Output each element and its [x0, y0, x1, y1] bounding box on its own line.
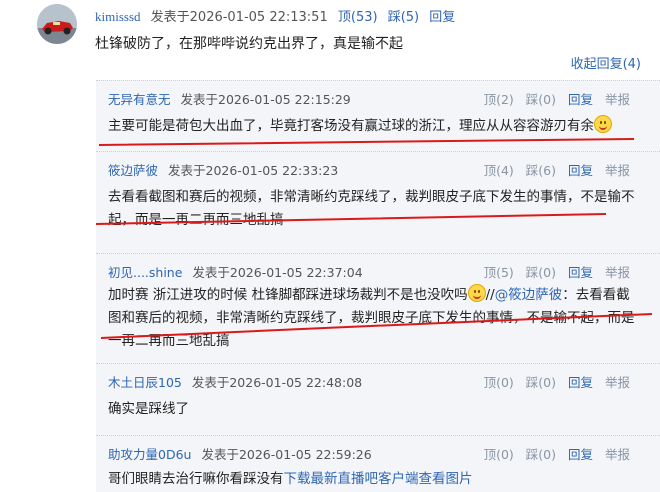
reply-reply-button[interactable]: 回复 — [568, 447, 593, 462]
reply-reply-button[interactable]: 回复 — [568, 265, 593, 280]
main-post-username[interactable]: kimisssd — [95, 9, 141, 24]
reply-header: 初见....shine 发表于2026-01-05 22:37:04 — [108, 262, 363, 281]
reply-header: 筱边萨彼 发表于2026-01-05 22:33:23 — [108, 160, 338, 179]
reply-username[interactable]: 无异有意无 — [108, 92, 171, 107]
reply-report-button[interactable]: 举报 — [605, 163, 630, 178]
reply-actions: 顶(4) 踩(6) 回复 举报 — [476, 160, 630, 179]
reply-header: 无异有意无 发表于2026-01-05 22:15:29 — [108, 89, 351, 108]
reply-content: 确实是踩线了 — [108, 401, 189, 417]
main-post-down-button[interactable]: 踩(5) — [388, 10, 419, 25]
reply-actions: 顶(2) 踩(0) 回复 举报 — [476, 89, 630, 108]
reply-down-button[interactable]: 踩(0) — [526, 92, 556, 107]
mention-link[interactable]: @筱边萨彼 — [495, 287, 563, 303]
reply-down-button[interactable]: 踩(0) — [526, 265, 556, 280]
reply-time: 发表于2026-01-05 22:37:04 — [192, 265, 363, 280]
reply-username[interactable]: 助攻力量0D6u — [108, 447, 191, 462]
reply-text: 哥们眼睛去治行嘛你看踩没有 — [108, 471, 284, 487]
reply-header: 木土日辰105 发表于2026-01-05 22:48:08 — [108, 372, 362, 391]
reply-content: 加时赛 浙江进攻的时候 杜锋脚都踩进球场裁判不是也没吹吗//@筱边萨彼：去看看截… — [108, 284, 638, 353]
download-app-link[interactable]: 下载最新直播吧客户端查看图片 — [284, 471, 473, 487]
main-post-up-button[interactable]: 顶(53) — [338, 10, 378, 25]
reply-up-button[interactable]: 顶(4) — [484, 163, 514, 178]
reply-item: 无异有意无 发表于2026-01-05 22:15:29 顶(2) 踩(0) 回… — [96, 80, 660, 150]
reply-reply-button[interactable]: 回复 — [568, 163, 593, 178]
reply-time: 发表于2026-01-05 22:15:29 — [180, 92, 351, 107]
reply-report-button[interactable]: 举报 — [605, 375, 630, 390]
reply-report-button[interactable]: 举报 — [605, 447, 630, 462]
reply-item: 筱边萨彼 发表于2026-01-05 22:33:23 顶(4) 踩(6) 回复… — [96, 151, 660, 252]
reply-up-button[interactable]: 顶(2) — [484, 92, 514, 107]
reply-down-button[interactable]: 踩(0) — [526, 447, 556, 462]
reply-username[interactable]: 木土日辰105 — [108, 375, 182, 390]
collapse-replies-button[interactable]: 收起回复(4) — [571, 53, 641, 72]
reply-content: 主要可能是荷包大出血了，毕竟打客场没有赢过球的浙江，理应从从容容游刃有余 — [108, 115, 638, 138]
reply-actions: 顶(0) 踩(0) 回复 举报 — [476, 372, 630, 391]
main-post-reply-button[interactable]: 回复 — [429, 10, 455, 25]
reply-time: 发表于2026-01-05 22:48:08 — [191, 375, 363, 390]
reply-text: 加时赛 浙江进攻的时候 杜锋脚都踩进球场裁判不是也没吹吗 — [108, 287, 468, 303]
reply-actions: 顶(5) 踩(0) 回复 举报 — [476, 262, 630, 281]
main-post: kimisssd 发表于2026-01-05 22:13:51 顶(53) 踩(… — [0, 0, 660, 78]
reply-report-button[interactable]: 举报 — [605, 265, 630, 280]
reply-time: 发表于2026-01-05 22:59:26 — [201, 447, 372, 462]
reply-reply-button[interactable]: 回复 — [568, 92, 593, 107]
reply-up-button[interactable]: 顶(0) — [484, 375, 514, 390]
smile-emoji-icon — [467, 284, 486, 302]
reply-header: 助攻力量0D6u 发表于2026-01-05 22:59:26 — [108, 444, 372, 463]
reply-report-button[interactable]: 举报 — [605, 92, 630, 107]
reply-content: 哥们眼睛去治行嘛你看踩没有下载最新直播吧客户端查看图片 — [108, 468, 638, 491]
reply-actions: 顶(0) 踩(0) 回复 举报 — [476, 444, 630, 463]
reply-time: 发表于2026-01-05 22:33:23 — [168, 163, 339, 178]
reply-up-button[interactable]: 顶(5) — [484, 265, 514, 280]
reply-up-button[interactable]: 顶(0) — [484, 447, 514, 462]
reply-content: 去看看截图和赛后的视频，非常清晰约克踩线了，裁判眼皮子底下发生的事情，不是输不起… — [108, 189, 635, 228]
reply-reply-button[interactable]: 回复 — [568, 375, 593, 390]
reply-item: 初见....shine 发表于2026-01-05 22:37:04 顶(5) … — [96, 253, 660, 362]
smile-emoji-icon — [594, 115, 612, 133]
reply-down-button[interactable]: 踩(6) — [526, 163, 556, 178]
reply-item: 木土日辰105 发表于2026-01-05 22:48:08 顶(0) 踩(0)… — [96, 363, 660, 434]
main-post-time: 发表于2026-01-05 22:13:51 — [150, 10, 328, 25]
main-post-content: 杜锋破防了，在那哔哔说约克出界了，真是输不起 — [95, 36, 403, 52]
reply-username[interactable]: 初见....shine — [108, 265, 182, 280]
reply-username[interactable]: 筱边萨彼 — [108, 163, 158, 178]
reply-panel: 无异有意无 发表于2026-01-05 22:15:29 顶(2) 踩(0) 回… — [96, 80, 660, 492]
reply-separator: // — [485, 287, 495, 303]
reply-item: 助攻力量0D6u 发表于2026-01-05 22:59:26 顶(0) 踩(0… — [96, 435, 660, 492]
reply-text: 主要可能是荷包大出血了，毕竟打客场没有赢过球的浙江，理应从从容容游刃有余 — [108, 118, 594, 134]
main-post-header: kimisssd 发表于2026-01-05 22:13:51 顶(53) 踩(… — [95, 6, 461, 25]
reply-down-button[interactable]: 踩(0) — [526, 375, 556, 390]
user-avatar[interactable] — [37, 4, 77, 44]
